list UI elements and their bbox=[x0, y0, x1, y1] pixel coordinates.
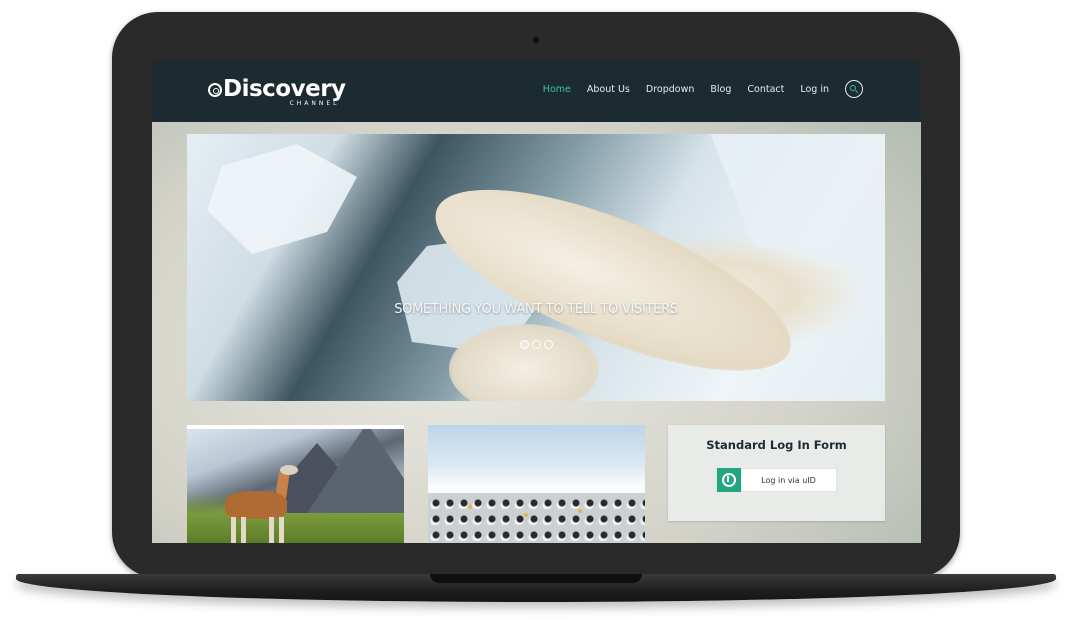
login-uid-label: Log in via uID bbox=[761, 475, 816, 485]
navbar: Discovery CHANNEL Home About Us Dropdown… bbox=[152, 61, 921, 122]
search-icon[interactable] bbox=[845, 80, 863, 98]
penguin-colony bbox=[428, 493, 645, 543]
nav-home[interactable]: Home bbox=[543, 84, 571, 95]
llama bbox=[225, 465, 305, 543]
llama-card-image[interactable] bbox=[187, 425, 404, 543]
laptop-screen: Discovery CHANNEL Home About Us Dropdown… bbox=[152, 61, 921, 543]
logo[interactable]: Discovery CHANNEL bbox=[208, 76, 346, 107]
login-form-title: Standard Log In Form bbox=[706, 438, 847, 452]
webcam bbox=[533, 37, 539, 43]
mountain-shape bbox=[307, 429, 404, 513]
nav-log-in[interactable]: Log in bbox=[800, 84, 829, 95]
main-nav: Home About Us Dropdown Blog Contact Log … bbox=[543, 80, 863, 98]
penguins-card-image[interactable] bbox=[428, 425, 645, 543]
nav-blog[interactable]: Blog bbox=[710, 84, 731, 95]
ice-floe bbox=[207, 144, 357, 254]
ice-floe bbox=[710, 134, 885, 274]
hero-caption: SOMETHING YOU WANT TO TELL TO VISITERS bbox=[394, 302, 678, 317]
slider-pagination bbox=[520, 340, 553, 349]
nav-dropdown[interactable]: Dropdown bbox=[646, 84, 695, 95]
laptop-hinge bbox=[430, 574, 642, 583]
nav-about-us[interactable]: About Us bbox=[587, 84, 630, 95]
logo-text: Discovery bbox=[223, 76, 346, 102]
login-uid-button[interactable]: Log in via uID bbox=[716, 468, 837, 492]
slider-dot-3[interactable] bbox=[544, 340, 553, 349]
login-form-card: Standard Log In Form Log in via uID bbox=[668, 425, 885, 521]
slider-dot-2[interactable] bbox=[532, 340, 541, 349]
uid-icon bbox=[717, 468, 741, 492]
slider-dot-1[interactable] bbox=[520, 340, 529, 349]
discovery-globe-icon bbox=[208, 83, 222, 97]
polar-bear-cub-image bbox=[449, 324, 599, 401]
nav-contact[interactable]: Contact bbox=[747, 84, 784, 95]
hero-slider[interactable]: SOMETHING YOU WANT TO TELL TO VISITERS bbox=[187, 134, 885, 401]
